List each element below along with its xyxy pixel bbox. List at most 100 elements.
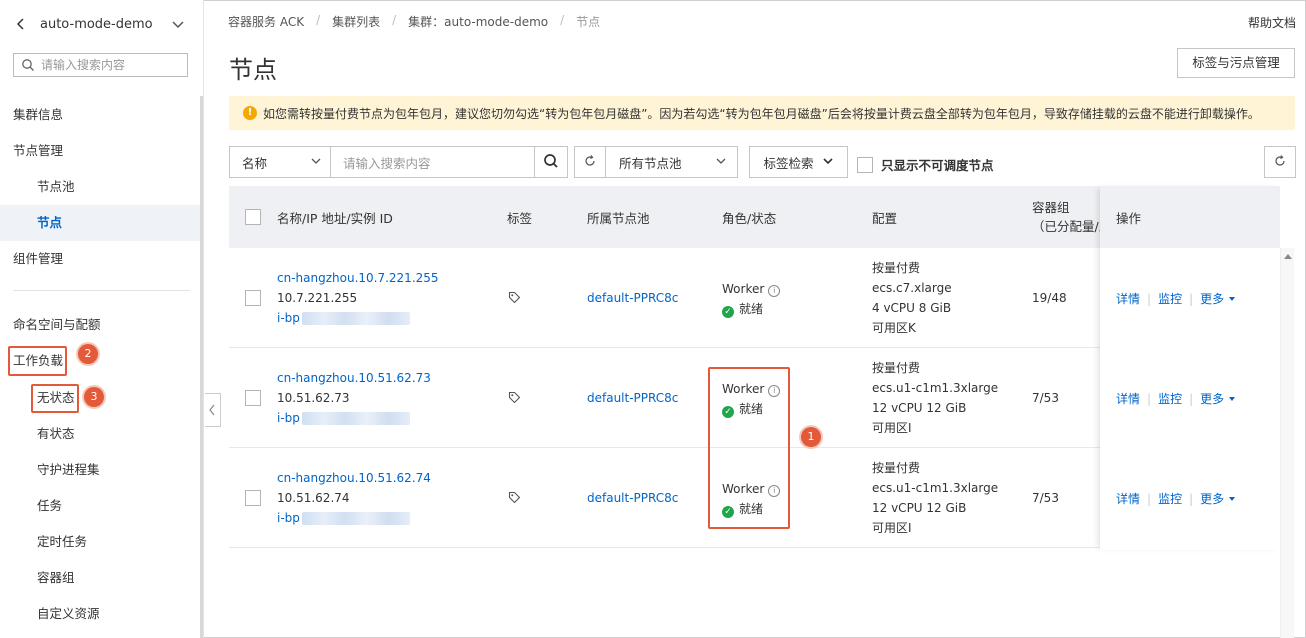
- instance-spec: 12 vCPU 12 GiB: [872, 401, 967, 415]
- detail-link[interactable]: 详情: [1116, 290, 1140, 307]
- sidebar-item-nodes[interactable]: 节点: [0, 205, 200, 241]
- sidebar-search-input[interactable]: [41, 55, 181, 75]
- scroll-up-icon[interactable]: [1284, 254, 1292, 259]
- breadcrumb-cluster[interactable]: 集群：auto-mode-demo: [408, 13, 548, 30]
- page-title: 节点: [229, 56, 277, 84]
- search-button[interactable]: [535, 146, 568, 178]
- node-name-link[interactable]: cn-hangzhou.10.51.62.73: [277, 368, 431, 388]
- breadcrumb-current: 节点: [576, 15, 601, 29]
- unschedulable-filter[interactable]: 只显示不可调度节点: [857, 155, 994, 174]
- caret-down-icon: [1229, 496, 1236, 501]
- instance-id[interactable]: i-bp: [277, 408, 431, 428]
- help-docs-link[interactable]: 帮助文档: [1248, 14, 1296, 31]
- table-scrollbar[interactable]: [1280, 248, 1294, 638]
- warning-alert: ! 如您需转按量付费节点为包年包月，建议您切勿勾选“转为包年包月磁盘”。因为若勾…: [229, 96, 1295, 130]
- search-field-label: 名称: [242, 155, 268, 171]
- table-refresh-button[interactable]: [1264, 146, 1296, 178]
- instance-type: ecs.c7.xlarge: [872, 281, 952, 295]
- monitor-link[interactable]: 监控: [1158, 490, 1182, 507]
- tag-icon[interactable]: [508, 391, 521, 407]
- instance-id-prefix: i-bp: [277, 311, 300, 325]
- sidebar-item-namespaces[interactable]: 命名空间与配额: [0, 307, 200, 343]
- col-pods: 容器组 （已分配量/总: [1032, 198, 1100, 236]
- zone: 可用区I: [872, 521, 912, 535]
- instance-id[interactable]: i-bp: [277, 508, 431, 528]
- pod-count: 7/53: [1032, 391, 1059, 405]
- tag-icon[interactable]: [508, 291, 521, 307]
- sidebar-scrollbar[interactable]: [200, 96, 203, 638]
- more-menu[interactable]: 更多: [1200, 390, 1224, 407]
- breadcrumb-cluster-list[interactable]: 集群列表: [332, 13, 380, 30]
- sidebar-item-node-pools[interactable]: 节点池: [0, 169, 200, 205]
- operations-column: 操作 详情 | 监控 | 更多 详情 | 监控 | 更多 详情 | 监控 | 更多: [1100, 186, 1280, 550]
- chevron-down-icon[interactable]: [170, 16, 186, 32]
- more-menu[interactable]: 更多: [1200, 290, 1224, 307]
- refresh-icon: [1274, 154, 1286, 170]
- refresh-icon: [584, 154, 596, 170]
- info-icon[interactable]: i: [768, 285, 781, 297]
- sidebar-item-daemonsets[interactable]: 守护进程集: [0, 452, 200, 488]
- sidebar-item-addons[interactable]: 组件管理: [0, 241, 200, 277]
- select-all-checkbox[interactable]: [245, 209, 261, 225]
- back-arrow-icon[interactable]: [14, 16, 28, 32]
- row-actions: 详情 | 监控 | 更多: [1116, 290, 1236, 307]
- col-config: 配置: [872, 210, 898, 226]
- breadcrumb-ack[interactable]: 容器服务 ACK: [228, 13, 304, 30]
- caret-down-icon: [1229, 296, 1236, 301]
- sidebar-item-custom-resources[interactable]: 自定义资源: [0, 596, 200, 632]
- node-search-input[interactable]: 请输入搜索内容: [331, 146, 535, 178]
- tag-icon[interactable]: [508, 491, 521, 507]
- unschedulable-checkbox[interactable]: [857, 156, 873, 173]
- node-pool-select[interactable]: 所有节点池: [605, 146, 738, 178]
- node-name-link[interactable]: cn-hangzhou.10.7.221.255: [277, 268, 439, 288]
- billing-type: 按量付费: [872, 261, 921, 275]
- pod-count: 19/48: [1032, 291, 1067, 305]
- sidebar-item-cluster-info[interactable]: 集群信息: [0, 97, 200, 133]
- node-ip: 10.51.62.73: [277, 391, 350, 405]
- monitor-link[interactable]: 监控: [1158, 390, 1182, 407]
- pool-refresh-button[interactable]: [574, 146, 606, 178]
- select-all-cell: [245, 186, 261, 248]
- sidebar-item-jobs[interactable]: 任务: [0, 488, 200, 524]
- node-pool-link[interactable]: default-PPRC8c: [587, 388, 678, 408]
- billing-type: 按量付费: [872, 461, 921, 475]
- row-actions: 详情 | 监控 | 更多: [1116, 390, 1236, 407]
- row-checkbox[interactable]: [245, 490, 261, 506]
- node-pool-link[interactable]: default-PPRC8c: [587, 488, 678, 508]
- sidebar-item-pods[interactable]: 容器组: [0, 560, 200, 596]
- sidebar-item-statefulsets[interactable]: 有状态: [0, 416, 200, 452]
- highlight-box-workloads: [8, 346, 67, 376]
- instance-type: ecs.u1-c1m1.3xlarge: [872, 381, 999, 395]
- row-checkbox[interactable]: [245, 390, 261, 406]
- warning-icon: !: [243, 106, 257, 120]
- zone: 可用区I: [872, 421, 912, 435]
- node-ip: 10.7.221.255: [277, 291, 358, 305]
- more-menu[interactable]: 更多: [1200, 490, 1224, 507]
- instance-id-redacted: [301, 312, 410, 325]
- sidebar-divider: [13, 290, 190, 291]
- col-role: 角色/状态: [722, 210, 777, 226]
- instance-id[interactable]: i-bp: [277, 308, 439, 328]
- tag-taint-button[interactable]: 标签与污点管理: [1177, 48, 1295, 78]
- col-name: 名称/IP 地址/实例 ID: [277, 210, 393, 226]
- detail-link[interactable]: 详情: [1116, 390, 1140, 407]
- zone: 可用区K: [872, 321, 916, 335]
- sidebar-item-cronjobs[interactable]: 定时任务: [0, 524, 200, 560]
- detail-link[interactable]: 详情: [1116, 490, 1140, 507]
- highlight-box-role-status: [708, 367, 790, 529]
- row-checkbox[interactable]: [245, 290, 261, 306]
- node-name-link[interactable]: cn-hangzhou.10.51.62.74: [277, 468, 431, 488]
- search-field-select[interactable]: 名称: [229, 146, 331, 178]
- monitor-link[interactable]: 监控: [1158, 290, 1182, 307]
- tag-search-button[interactable]: 标签检索: [749, 146, 848, 178]
- node-pool-link[interactable]: default-PPRC8c: [587, 288, 678, 308]
- sidebar-item-node-management[interactable]: 节点管理: [0, 133, 200, 169]
- cluster-name[interactable]: auto-mode-demo: [40, 17, 153, 32]
- pod-count: 7/53: [1032, 491, 1059, 505]
- tag-search-label: 标签检索: [763, 155, 814, 171]
- chevron-down-icon: [310, 155, 322, 170]
- check-icon: ✓: [722, 306, 734, 318]
- step-badge-2: 2: [78, 344, 98, 364]
- instance-spec: 4 vCPU 8 GiB: [872, 301, 952, 315]
- instance-id-prefix: i-bp: [277, 511, 300, 525]
